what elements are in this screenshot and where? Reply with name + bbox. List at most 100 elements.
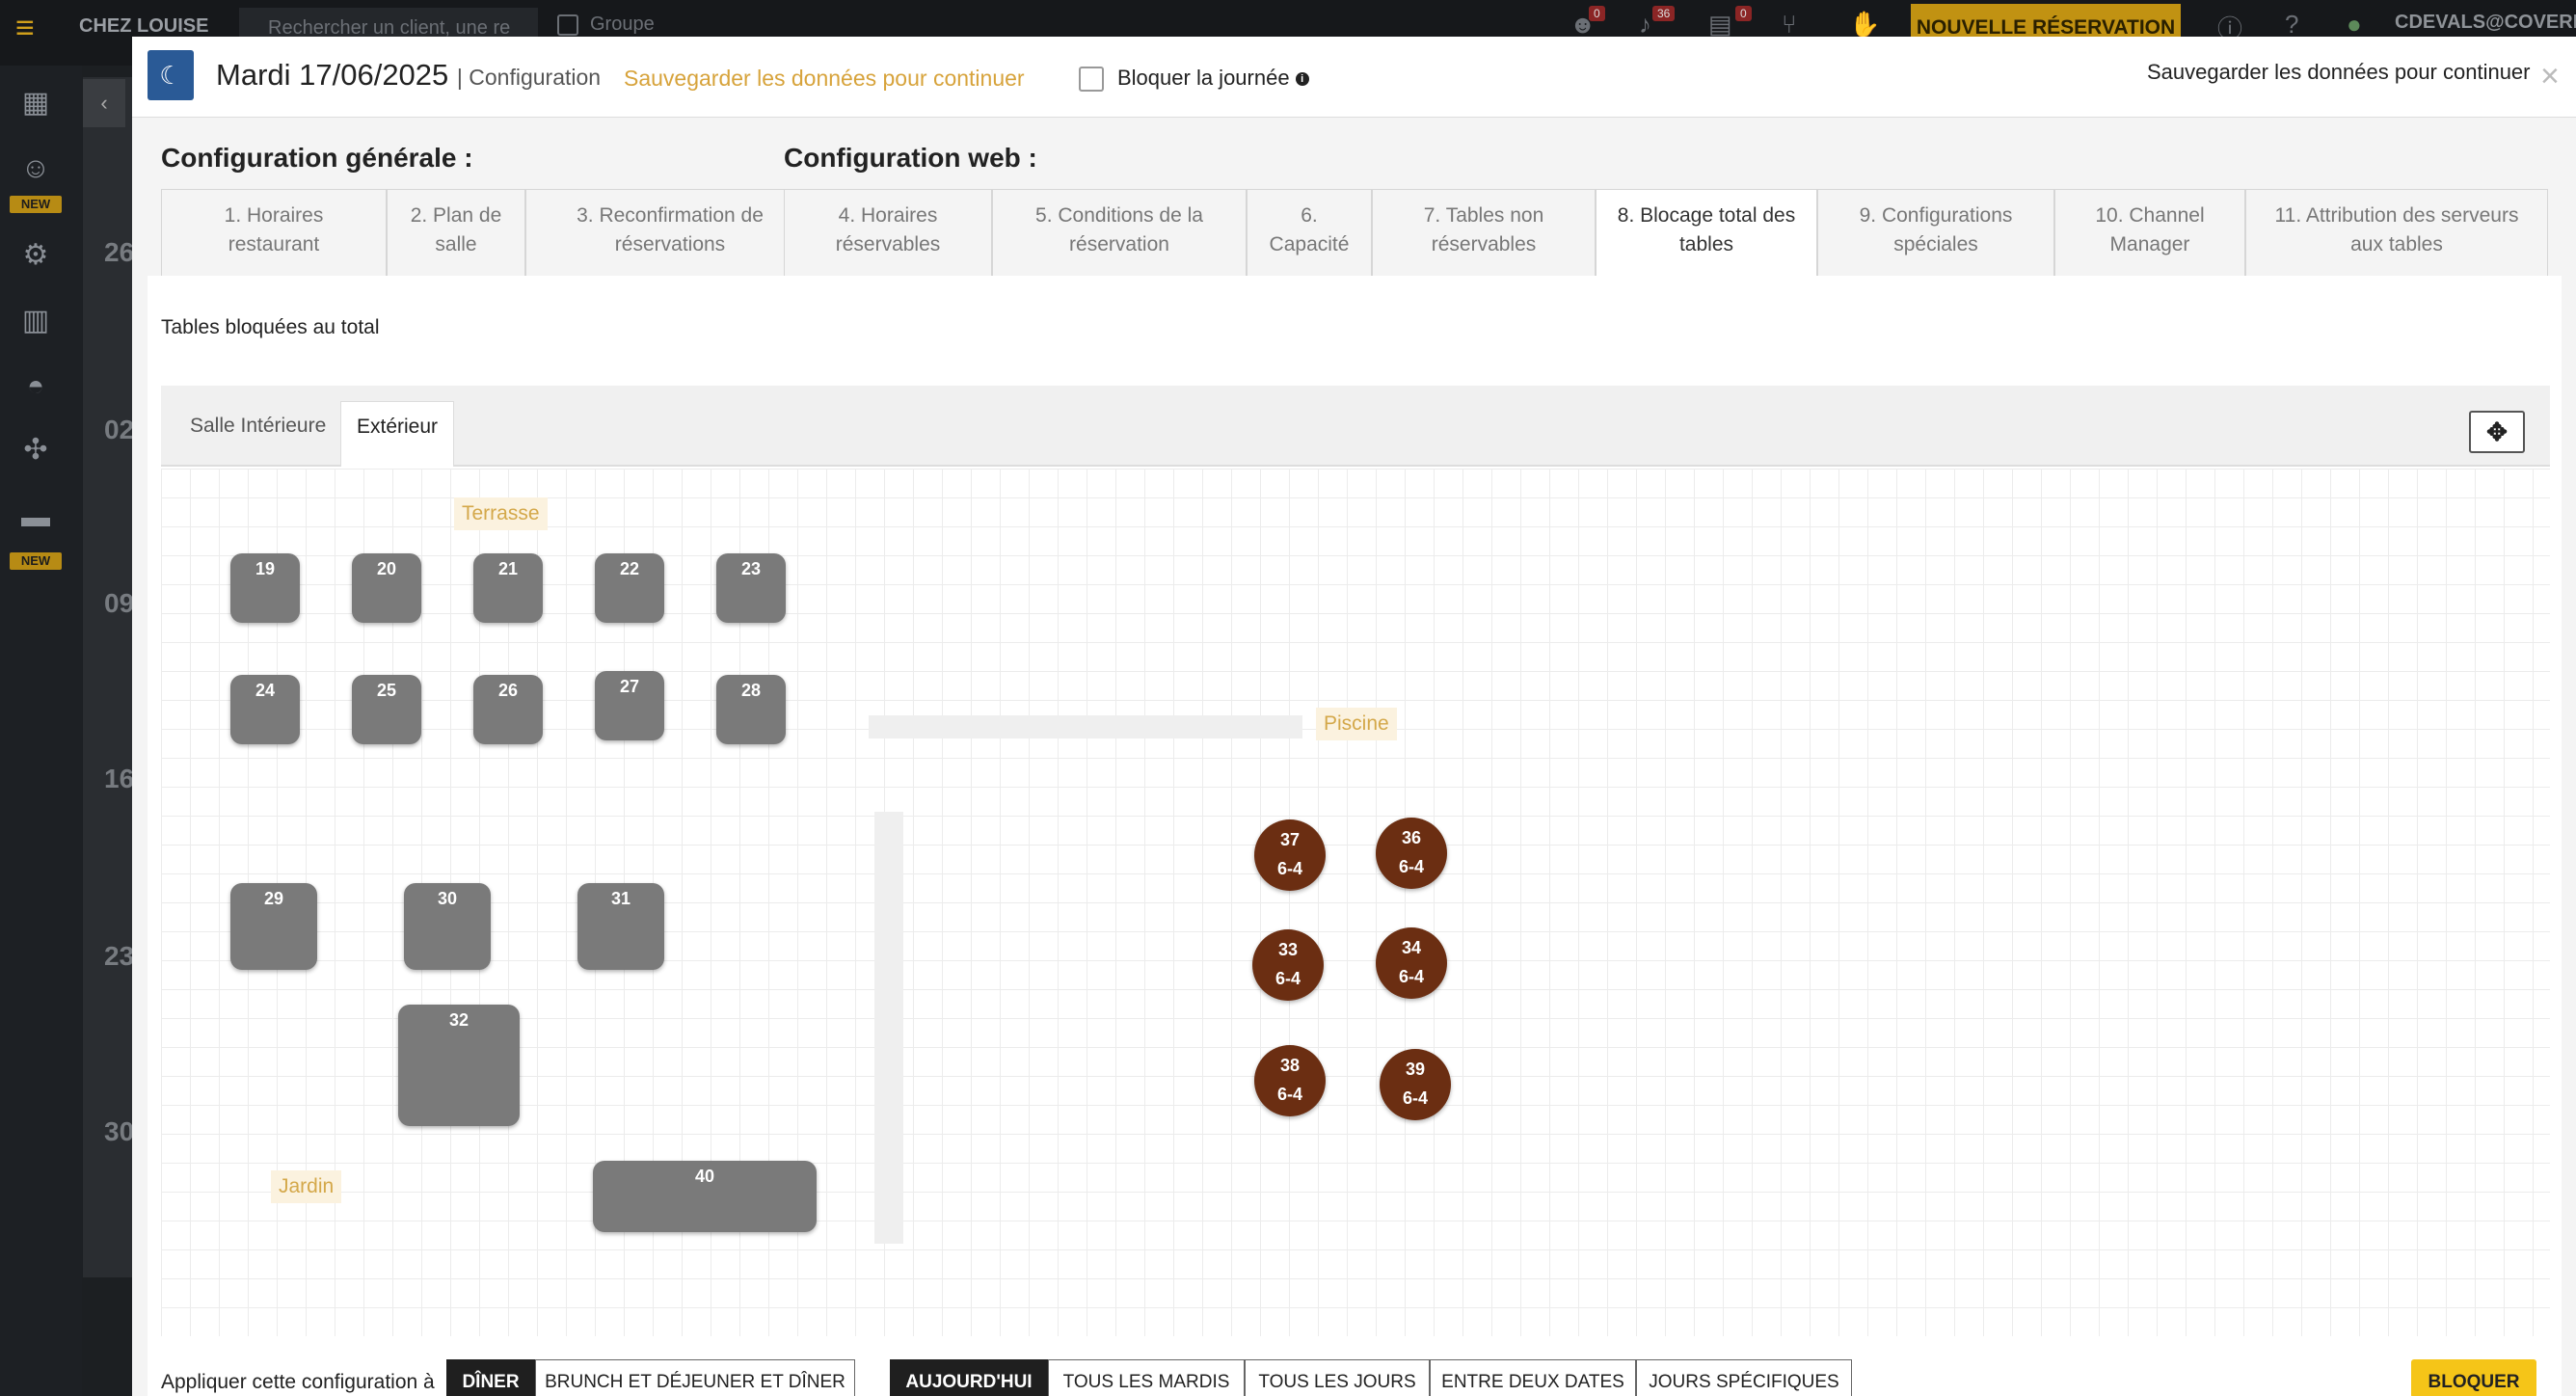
apply-label: Appliquer cette configuration à (161, 1371, 435, 1393)
zone-label-jardin: Jardin (271, 1170, 342, 1203)
round-table[interactable]: 33 6-4 (1252, 929, 1324, 1001)
modal-date: Mardi 17/06/2025 (216, 58, 449, 92)
table[interactable]: 28 (716, 675, 786, 744)
table[interactable]: 27 (595, 671, 664, 740)
round-table-number: 39 (1405, 1060, 1426, 1079)
block-day-checkbox[interactable]: Bloquer la journée i (1079, 66, 1309, 93)
table[interactable]: 20 (352, 553, 421, 623)
tab-label-line1: 4. Horaires (838, 204, 938, 227)
tab-bookable-hours[interactable]: 4. Horaires réservables (784, 189, 992, 276)
tab-label-line2: réservables (835, 233, 941, 255)
info-icon[interactable]: i (1295, 72, 1309, 87)
table[interactable]: 23 (716, 553, 786, 623)
move-icon[interactable]: ✥ (2469, 411, 2525, 453)
tab-label-line2: tables (1678, 233, 1734, 255)
table[interactable]: 26 (473, 675, 543, 744)
cloche-icon[interactable]: ◓ (17, 368, 54, 405)
chart-icon[interactable]: ▥ (17, 303, 54, 339)
new-badge: NEW (10, 552, 62, 570)
round-table[interactable]: 36 6-4 (1376, 818, 1447, 889)
block-button[interactable]: BLOQUER (2411, 1359, 2536, 1396)
round-table[interactable]: 34 6-4 (1376, 927, 1447, 999)
period-between-dates-button[interactable]: ENTRE DEUX DATES (1430, 1359, 1636, 1396)
tab-label-line2: réservation (1069, 233, 1169, 255)
period-specific-days-button[interactable]: JOURS SPÉCIFIQUES (1636, 1359, 1852, 1396)
round-table-number: 34 (1401, 938, 1422, 957)
block-day-label: Bloquer la journée (1117, 66, 1290, 90)
round-table[interactable]: 37 6-4 (1254, 819, 1326, 891)
table[interactable]: 32 (398, 1005, 520, 1126)
table[interactable]: 21 (473, 553, 543, 623)
ticket-icon[interactable]: ▬ (17, 499, 54, 536)
hamburger-menu-icon[interactable]: ≡ (15, 12, 35, 44)
message-icon[interactable]: ▤ (1708, 10, 1732, 40)
save-warning: Sauvegarder les données pour continuer (624, 66, 1025, 91)
web-config-title: Configuration web : (784, 143, 1037, 173)
save-prompt[interactable]: Sauvegarder les données pour continuer (2147, 60, 2531, 85)
tab-channel-manager[interactable]: 10. Channel Manager (2054, 189, 2245, 276)
tab-label-line1: 10. Channel (2095, 204, 2205, 227)
period-today-button[interactable]: AUJOURD'HUI (890, 1359, 1048, 1396)
tab-total-table-block[interactable]: 8. Blocage total des tables (1596, 189, 1817, 276)
calendar-strip: 26 02 09 16 23 30 (83, 77, 135, 1277)
service-all-button[interactable]: BRUNCH ET DÉJEUNER ET DÎNER (535, 1359, 855, 1396)
service-diner-button[interactable]: DÎNER (446, 1359, 535, 1396)
round-table-capacity: 6-4 (1398, 857, 1424, 876)
table[interactable]: 24 (230, 675, 300, 744)
tab-opening-hours[interactable]: 1. Horaires restaurant (161, 189, 387, 276)
group-checkbox[interactable]: Groupe (557, 13, 655, 36)
round-table[interactable]: 38 6-4 (1254, 1045, 1326, 1116)
table[interactable]: 25 (352, 675, 421, 744)
table[interactable]: 31 (577, 883, 664, 970)
round-table-capacity: 6-4 (1276, 1085, 1302, 1104)
room-tab-interior[interactable]: Salle Intérieure (174, 401, 341, 467)
modal-title: Mardi 17/06/2025 | Configuration (216, 58, 601, 93)
period-every-tuesday-button[interactable]: TOUS LES MARDIS (1048, 1359, 1245, 1396)
calendar-date: 16 (104, 764, 135, 793)
table[interactable]: 19 (230, 553, 300, 623)
table[interactable]: 29 (230, 883, 317, 970)
tab-server-assignment[interactable]: 11. Attribution des serveurs aux tables (2245, 189, 2548, 276)
message-badge: 0 (1735, 6, 1752, 21)
table[interactable]: 22 (595, 553, 664, 623)
calendar-date: 30 (104, 1116, 135, 1146)
room-tab-exterior[interactable]: Extérieur (340, 401, 455, 467)
tab-special-configurations[interactable]: 9. Configurations spéciales (1817, 189, 2054, 276)
tab-label-line1: 1. Horaires (224, 204, 324, 227)
guest-icon[interactable]: ☺ (17, 150, 54, 187)
tab-label-line2: Capacité (1269, 233, 1350, 255)
tab-label-line2: salle (435, 233, 477, 255)
help-icon[interactable]: ? (2285, 10, 2298, 40)
calendar-back-button[interactable]: ‹ (83, 79, 125, 127)
calendar-icon[interactable]: ▦ (17, 85, 54, 121)
zone-label-piscine: Piscine (1316, 708, 1397, 740)
tab-capacity[interactable]: 6. Capacité (1247, 189, 1372, 276)
table[interactable]: 40 (593, 1161, 817, 1232)
apply-bar: Appliquer cette configuration à DÎNER BR… (148, 1359, 2562, 1396)
round-table[interactable]: 39 6-4 (1380, 1049, 1451, 1120)
bell-badge: 36 (1652, 6, 1676, 21)
period-every-day-button[interactable]: TOUS LES JOURS (1245, 1359, 1430, 1396)
tab-booking-conditions[interactable]: 5. Conditions de la réservation (992, 189, 1247, 276)
calendar-date: 23 (104, 941, 135, 971)
tab-reconfirmation[interactable]: 3. Reconfirmation de réservations (525, 189, 815, 276)
user-avatar-icon[interactable]: ● (2347, 10, 2362, 40)
puzzle-icon[interactable]: ✣ (17, 432, 54, 469)
table[interactable]: 30 (404, 883, 491, 970)
hand-icon[interactable]: ✋ (1849, 10, 1880, 40)
tab-non-bookable-tables[interactable]: 7. Tables non réservables (1372, 189, 1596, 276)
round-table-number: 33 (1277, 940, 1299, 959)
close-icon[interactable]: × (2540, 58, 2560, 95)
group-checkbox-box[interactable] (557, 13, 578, 36)
cutlery-icon[interactable]: ⑂ (1782, 10, 1797, 40)
sidebar: ▦ ☺ NEW ⚙ ▥ ◓ ✣ ▬ NEW (0, 66, 82, 1396)
block-day-checkbox-box[interactable] (1079, 67, 1104, 93)
tab-label-line2: Manager (2109, 233, 2190, 255)
gear-icon[interactable]: ⚙ (17, 237, 54, 274)
bell-icon[interactable]: ♪ (1639, 10, 1651, 40)
round-table-number: 36 (1401, 828, 1422, 847)
moon-icon: ☾ (148, 50, 194, 100)
user-email[interactable]: CDEVALS@COVERMA (2395, 12, 2576, 34)
tab-floor-plan[interactable]: 2. Plan de salle (387, 189, 525, 276)
round-table-number: 37 (1279, 830, 1301, 849)
